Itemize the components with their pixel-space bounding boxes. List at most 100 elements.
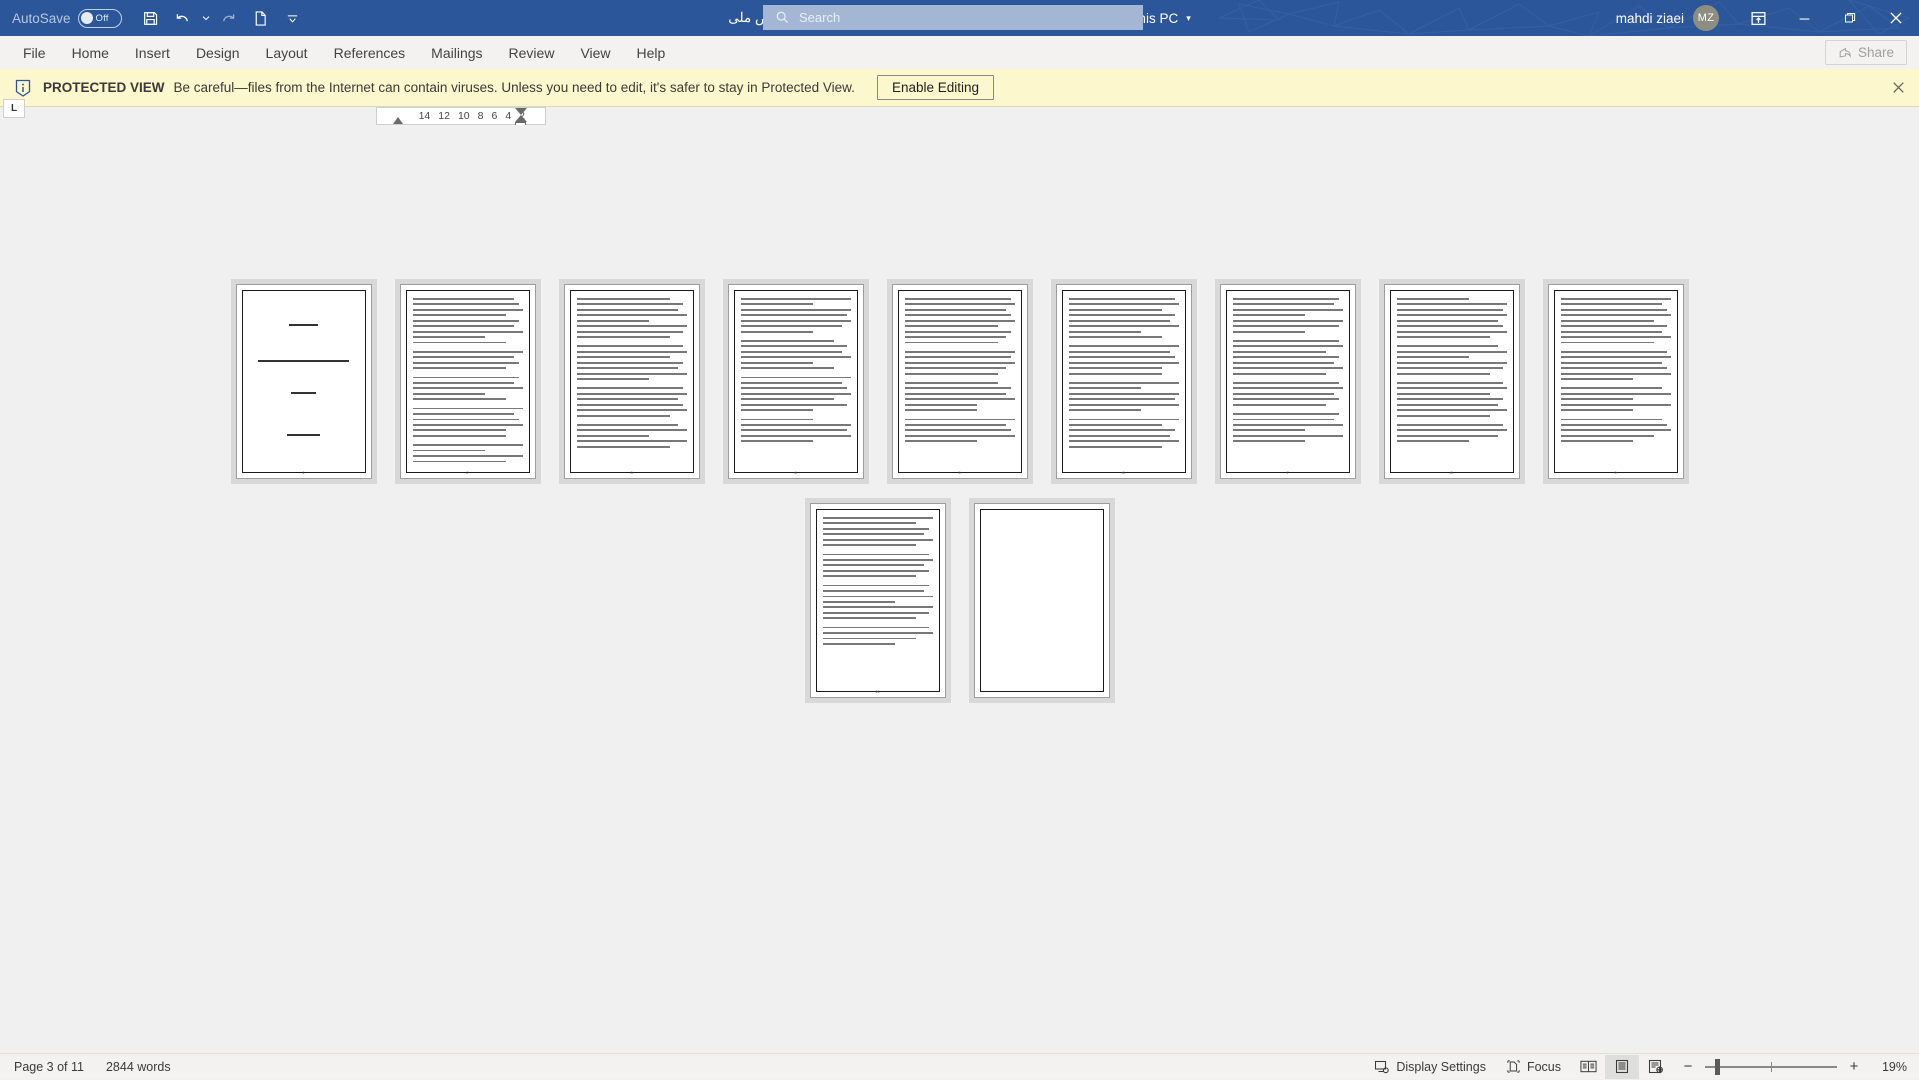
page[interactable]: 6 bbox=[1056, 284, 1192, 479]
page[interactable]: 8 bbox=[1384, 284, 1520, 479]
page-thumbnail[interactable]: 4 bbox=[723, 279, 869, 484]
text-line bbox=[1069, 356, 1176, 358]
first-line-indent-marker[interactable] bbox=[515, 108, 527, 115]
page-thumbnail[interactable]: 2 bbox=[395, 279, 541, 484]
page[interactable]: 2 bbox=[400, 284, 536, 479]
ribbon-tab-bar: File Home Insert Design Layout Reference… bbox=[0, 36, 1919, 69]
page[interactable]: 1 bbox=[236, 284, 372, 479]
zoom-in-button[interactable]: + bbox=[1847, 1058, 1861, 1075]
redo-icon[interactable] bbox=[214, 4, 244, 32]
left-indent-marker[interactable] bbox=[393, 117, 403, 124]
text-line bbox=[413, 387, 523, 389]
text-line bbox=[1069, 429, 1176, 431]
page[interactable]: 5 bbox=[892, 284, 1028, 479]
display-settings-button[interactable]: Display Settings bbox=[1364, 1054, 1496, 1080]
close-icon[interactable] bbox=[1892, 81, 1905, 98]
text-line bbox=[413, 362, 520, 364]
display-settings-icon bbox=[1374, 1059, 1390, 1075]
page-indicator[interactable]: Page 3 of 11 bbox=[14, 1060, 84, 1074]
page-thumbnail[interactable]: 5 bbox=[887, 279, 1033, 484]
hruler-tick: 6 bbox=[491, 110, 497, 122]
restore-button[interactable] bbox=[1827, 0, 1873, 36]
hanging-indent-marker[interactable] bbox=[515, 115, 527, 122]
share-button[interactable]: Share bbox=[1825, 40, 1907, 65]
text-line bbox=[413, 408, 523, 410]
text-line bbox=[741, 340, 835, 342]
page-thumbnail[interactable] bbox=[969, 498, 1115, 703]
tab-mailings[interactable]: Mailings bbox=[418, 36, 495, 69]
new-document-icon[interactable] bbox=[246, 4, 276, 32]
tab-references[interactable]: References bbox=[321, 36, 419, 69]
text-line bbox=[1233, 373, 1327, 375]
text-line bbox=[1397, 320, 1498, 322]
page[interactable]: 3 bbox=[564, 284, 700, 479]
text-line bbox=[1561, 342, 1655, 344]
text-line bbox=[823, 564, 924, 566]
text-line bbox=[1397, 382, 1504, 384]
account-area[interactable]: mahdi ziaei MZ bbox=[1616, 0, 1719, 36]
tab-insert[interactable]: Insert bbox=[122, 36, 183, 69]
autosave-toggle[interactable]: Off bbox=[78, 9, 122, 28]
text-line bbox=[577, 415, 671, 417]
page-thumbnail[interactable]: 6 bbox=[1051, 279, 1197, 484]
text-line bbox=[905, 362, 1015, 364]
tab-view[interactable]: View bbox=[567, 36, 623, 69]
page-number: 1 bbox=[237, 470, 371, 475]
tab-file[interactable]: File bbox=[10, 36, 59, 69]
zoom-slider-track[interactable] bbox=[1705, 1066, 1837, 1068]
enable-editing-button[interactable]: Enable Editing bbox=[877, 75, 994, 100]
undo-icon[interactable] bbox=[168, 4, 198, 32]
text-line bbox=[823, 596, 933, 598]
quick-access-toolbar bbox=[136, 4, 308, 32]
customize-qat-icon[interactable] bbox=[278, 4, 308, 32]
word-count[interactable]: 2844 words bbox=[106, 1060, 171, 1074]
tab-home[interactable]: Home bbox=[59, 36, 122, 69]
text-line bbox=[1069, 362, 1179, 364]
autosave-control[interactable]: AutoSave Off bbox=[12, 9, 122, 28]
zoom-slider[interactable]: − + bbox=[1681, 1058, 1861, 1075]
zoom-level-label[interactable]: 19% bbox=[1873, 1060, 1907, 1074]
text-line bbox=[823, 606, 933, 608]
ribbon-display-options-icon[interactable] bbox=[1735, 0, 1781, 36]
zoom-slider-thumb[interactable] bbox=[1715, 1059, 1720, 1075]
web-layout-button[interactable] bbox=[1639, 1055, 1673, 1079]
tab-help[interactable]: Help bbox=[624, 36, 679, 69]
search-box[interactable]: Search bbox=[763, 5, 1143, 30]
page[interactable]: 4 bbox=[728, 284, 864, 479]
save-icon[interactable] bbox=[136, 4, 166, 32]
text-line bbox=[1561, 424, 1668, 426]
close-button[interactable] bbox=[1873, 0, 1919, 36]
print-layout-button[interactable] bbox=[1605, 1055, 1639, 1079]
text-line bbox=[1069, 404, 1179, 406]
page-thumbnail[interactable]: 3 bbox=[559, 279, 705, 484]
undo-dropdown-icon[interactable] bbox=[200, 4, 212, 32]
tab-design[interactable]: Design bbox=[183, 36, 253, 69]
text-line bbox=[823, 638, 917, 640]
tab-stop-selector[interactable]: L bbox=[3, 99, 25, 118]
avatar[interactable]: MZ bbox=[1693, 5, 1719, 31]
page[interactable]: 10 bbox=[810, 503, 946, 698]
title-line bbox=[291, 392, 315, 394]
page-thumbnail[interactable]: 1 bbox=[231, 279, 377, 484]
read-mode-button[interactable] bbox=[1571, 1055, 1605, 1079]
page[interactable]: 7 bbox=[1220, 284, 1356, 479]
zoom-out-button[interactable]: − bbox=[1681, 1058, 1695, 1075]
page-thumbnail[interactable]: 10 bbox=[805, 498, 951, 703]
minimize-button[interactable] bbox=[1781, 0, 1827, 36]
page-thumbnail[interactable]: 7 bbox=[1215, 279, 1361, 484]
tab-layout[interactable]: Layout bbox=[253, 36, 321, 69]
status-bar: Page 3 of 11 2844 words Display Settings… bbox=[0, 1053, 1919, 1079]
page[interactable]: 9 bbox=[1548, 284, 1684, 479]
focus-button[interactable]: Focus bbox=[1496, 1054, 1571, 1080]
chevron-down-icon[interactable]: ▾ bbox=[1186, 13, 1191, 24]
page-thumbnail[interactable]: 8 bbox=[1379, 279, 1525, 484]
text-line bbox=[1397, 336, 1491, 338]
text-line bbox=[577, 404, 684, 406]
page-content bbox=[898, 290, 1022, 473]
text-line bbox=[577, 378, 650, 380]
page-thumbnail[interactable]: 9 bbox=[1543, 279, 1689, 484]
document-canvas[interactable]: 1 23456789 10 bbox=[0, 125, 1919, 1057]
tab-review[interactable]: Review bbox=[496, 36, 568, 69]
page[interactable] bbox=[974, 503, 1110, 698]
text-line bbox=[823, 601, 896, 603]
